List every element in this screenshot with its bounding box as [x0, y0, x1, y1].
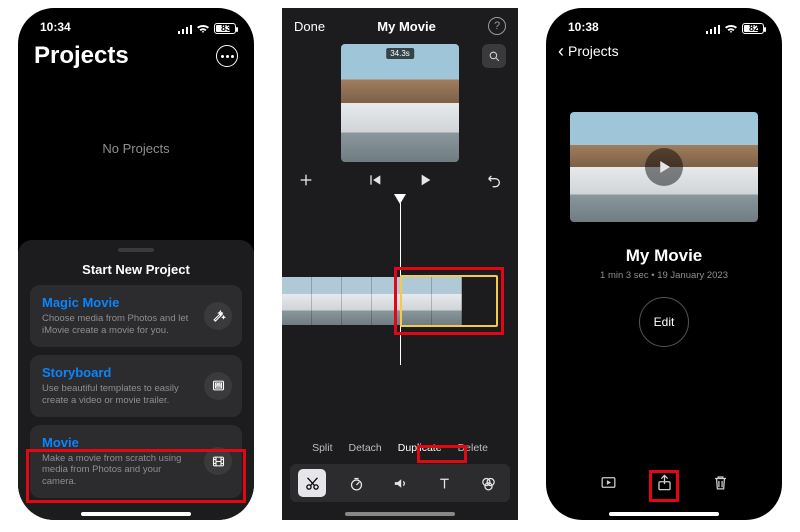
project-name: My Movie: [546, 246, 782, 266]
battery-icon: 83: [214, 23, 236, 34]
wifi-icon: [196, 24, 210, 34]
status-right: 83: [178, 23, 236, 34]
header: Projects: [18, 36, 254, 78]
option-title: Magic Movie: [42, 295, 194, 310]
play-icon: [645, 148, 683, 186]
clip-action-row: Split Detach Duplicate Delete: [282, 436, 518, 460]
screen-projects: 10:34 83 Projects No Projects Start New …: [18, 8, 254, 520]
storyboard-icon: [204, 372, 232, 400]
option-magic-movie[interactable]: Magic Movie Choose media from Photos and…: [30, 285, 242, 347]
back-nav[interactable]: ‹ Projects: [546, 36, 782, 66]
selected-clip[interactable]: [400, 275, 498, 327]
screen-project-detail: 10:38 82 ‹ Projects My Movie 1 min 3 sec…: [546, 8, 782, 520]
action-split[interactable]: Split: [310, 440, 334, 456]
project-thumbnail[interactable]: [570, 112, 758, 222]
status-bar: 10:38 82: [546, 8, 782, 36]
signal-icon: [706, 24, 720, 34]
tool-titles[interactable]: [430, 469, 458, 497]
tool-volume[interactable]: [386, 469, 414, 497]
preview-area: 34.3s: [282, 38, 518, 162]
status-time: 10:34: [40, 20, 71, 34]
video-preview[interactable]: 34.3s: [341, 44, 459, 162]
option-desc: Make a movie from scratch using media fr…: [42, 453, 194, 489]
add-media-button[interactable]: [298, 172, 314, 193]
edit-label: Edit: [654, 315, 675, 329]
home-indicator[interactable]: [345, 512, 455, 516]
option-title: Storyboard: [42, 365, 194, 380]
status-right: 82: [706, 23, 764, 34]
chevron-left-icon: ‹: [558, 42, 564, 60]
screen-editor: Done My Movie ? 34.3s: [282, 8, 518, 520]
empty-state: No Projects: [18, 78, 254, 218]
play-fullscreen-button[interactable]: [596, 470, 620, 494]
option-title: Movie: [42, 435, 194, 450]
wand-icon: [204, 302, 232, 330]
action-duplicate[interactable]: Duplicate: [396, 440, 444, 456]
duration-badge: 34.3s: [386, 48, 414, 59]
project-title: My Movie: [377, 19, 436, 34]
option-desc: Use beautiful templates to easily create…: [42, 383, 194, 407]
signal-icon: [178, 24, 192, 34]
tool-filters[interactable]: [474, 469, 502, 497]
tool-cut[interactable]: [298, 469, 326, 497]
timeline[interactable]: [282, 199, 518, 369]
tool-speed[interactable]: [342, 469, 370, 497]
option-movie[interactable]: Movie Make a movie from scratch using me…: [30, 425, 242, 499]
delete-button[interactable]: [708, 470, 732, 494]
home-indicator[interactable]: [81, 512, 191, 516]
editor-header: Done My Movie ?: [282, 8, 518, 38]
battery-icon: 82: [742, 23, 764, 34]
new-project-sheet: Start New Project Magic Movie Choose med…: [18, 240, 254, 520]
film-icon: [204, 447, 232, 475]
wifi-icon: [724, 24, 738, 34]
action-detach[interactable]: Detach: [347, 440, 384, 456]
done-button[interactable]: Done: [294, 19, 325, 34]
action-delete[interactable]: Delete: [456, 440, 490, 456]
more-button[interactable]: [216, 45, 238, 67]
sheet-handle[interactable]: [118, 248, 154, 252]
status-bar: 10:34 83: [18, 8, 254, 36]
page-title: Projects: [34, 42, 129, 70]
edit-button[interactable]: Edit: [639, 297, 689, 347]
bottom-actions: [546, 470, 782, 494]
rewind-button[interactable]: [367, 172, 383, 193]
bottom-toolbar: [290, 464, 510, 502]
play-button[interactable]: [417, 172, 433, 193]
status-time: 10:38: [568, 20, 599, 34]
share-button[interactable]: [652, 470, 676, 494]
back-label: Projects: [568, 43, 619, 59]
sheet-title: Start New Project: [18, 258, 254, 285]
help-button[interactable]: ?: [488, 17, 506, 35]
option-storyboard[interactable]: Storyboard Use beautiful templates to ea…: [30, 355, 242, 417]
undo-button[interactable]: [486, 172, 502, 193]
option-desc: Choose media from Photos and let iMovie …: [42, 313, 194, 337]
zoom-button[interactable]: [482, 44, 506, 68]
project-meta: 1 min 3 sec • 19 January 2023: [546, 270, 782, 281]
home-indicator[interactable]: [609, 512, 719, 516]
